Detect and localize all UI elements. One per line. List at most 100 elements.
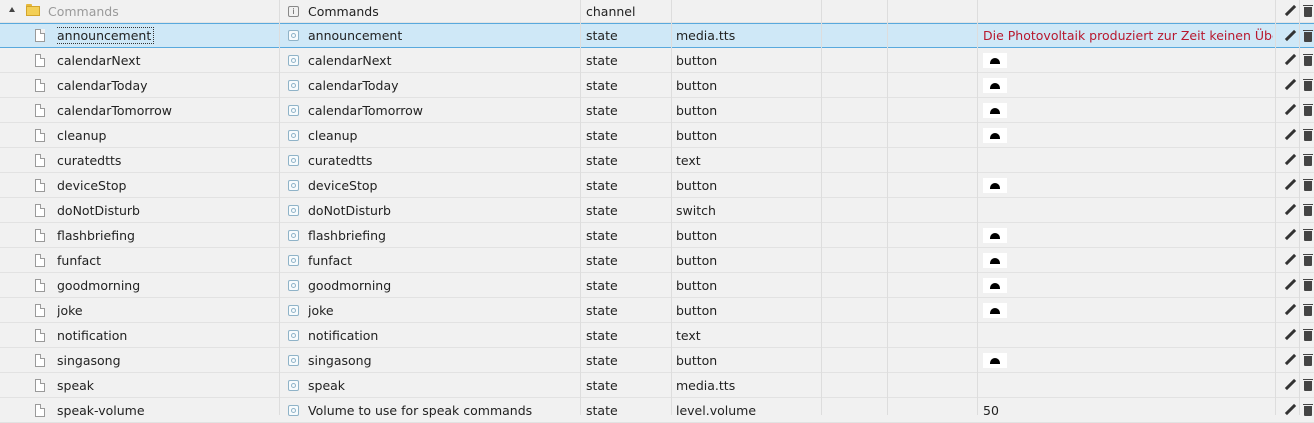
table-row[interactable]: speak speak state media.tts [0, 373, 1314, 398]
trash-icon[interactable] [1302, 48, 1314, 72]
pencil-icon[interactable] [1283, 0, 1297, 22]
value-cell[interactable] [983, 98, 1273, 122]
value-cell[interactable] [983, 223, 1273, 247]
row-id[interactable]: singasong [57, 348, 277, 372]
table-row[interactable]: cleanup cleanup state button [0, 123, 1314, 148]
table-row[interactable]: doNotDisturb doNotDisturb state switch [0, 198, 1314, 223]
trash-icon[interactable] [1302, 123, 1314, 147]
trash-icon[interactable] [1302, 24, 1314, 47]
button-push-icon[interactable] [983, 277, 1007, 293]
pencil-icon[interactable] [1283, 198, 1297, 222]
pencil-icon[interactable] [1283, 48, 1297, 72]
value-cell[interactable] [983, 73, 1273, 97]
table-row[interactable]: calendarNext calendarNext state button [0, 48, 1314, 73]
trash-icon[interactable] [1302, 298, 1314, 322]
pencil-icon[interactable] [1283, 248, 1297, 272]
value-cell[interactable] [983, 273, 1273, 297]
pencil-icon[interactable] [1283, 398, 1297, 422]
button-push-icon[interactable] [983, 227, 1007, 243]
row-role: button [676, 177, 718, 193]
state-icon [288, 98, 302, 122]
table-row[interactable]: announcement announcement state media.tt… [0, 23, 1314, 48]
value-cell[interactable] [983, 123, 1273, 147]
value-cell[interactable] [983, 198, 1273, 222]
row-id[interactable]: speak-volume [57, 398, 277, 422]
row-id[interactable]: calendarTomorrow [57, 98, 277, 122]
button-push-icon[interactable] [983, 177, 1007, 193]
state-icon [288, 273, 302, 297]
table-row[interactable]: curatedtts curatedtts state text [0, 148, 1314, 173]
trash-icon[interactable] [1302, 273, 1314, 297]
button-push-icon[interactable] [983, 77, 1007, 93]
row-id[interactable]: doNotDisturb [57, 198, 277, 222]
trash-icon[interactable] [1302, 198, 1314, 222]
table-row[interactable]: singasong singasong state button [0, 348, 1314, 373]
collapse-triangle-icon[interactable] [9, 7, 15, 12]
table-row[interactable]: calendarToday calendarToday state button [0, 73, 1314, 98]
value-cell[interactable] [983, 48, 1273, 72]
row-id[interactable]: cleanup [57, 123, 277, 147]
channel-row-commands[interactable]: Commands i Commands channel [0, 0, 1314, 23]
row-role: button [676, 352, 718, 368]
pencil-icon[interactable] [1283, 298, 1297, 322]
pencil-icon[interactable] [1283, 148, 1297, 172]
trash-icon[interactable] [1302, 248, 1314, 272]
row-id[interactable]: flashbriefing [57, 223, 277, 247]
pencil-icon[interactable] [1283, 24, 1297, 47]
pencil-icon[interactable] [1283, 123, 1297, 147]
row-id[interactable]: calendarNext [57, 48, 277, 72]
trash-icon[interactable] [1302, 223, 1314, 247]
value-cell[interactable] [983, 323, 1273, 347]
table-row[interactable]: flashbriefing flashbriefing state button [0, 223, 1314, 248]
pencil-icon[interactable] [1283, 223, 1297, 247]
pencil-icon[interactable] [1283, 98, 1297, 122]
pencil-icon[interactable] [1283, 273, 1297, 297]
table-row[interactable]: calendarTomorrow calendarTomorrow state … [0, 98, 1314, 123]
trash-icon[interactable] [1302, 98, 1314, 122]
row-id[interactable]: goodmorning [57, 273, 277, 297]
table-row[interactable]: funfact funfact state button [0, 248, 1314, 273]
table-row[interactable]: goodmorning goodmorning state button [0, 273, 1314, 298]
row-id[interactable]: curatedtts [57, 148, 277, 172]
trash-icon[interactable] [1302, 173, 1314, 197]
table-row[interactable]: joke joke state button [0, 298, 1314, 323]
button-push-icon[interactable] [983, 302, 1007, 318]
value-cell[interactable] [983, 248, 1273, 272]
value-cell[interactable]: 50 [983, 398, 1273, 422]
button-push-icon[interactable] [983, 52, 1007, 68]
row-type: state [586, 352, 618, 368]
value-cell[interactable] [983, 173, 1273, 197]
button-push-icon[interactable] [983, 127, 1007, 143]
row-id[interactable]: announcement [57, 24, 277, 47]
trash-icon[interactable] [1302, 398, 1314, 422]
pencil-icon[interactable] [1283, 173, 1297, 197]
trash-icon[interactable] [1302, 348, 1314, 372]
table-row[interactable]: speak-volume Volume to use for speak com… [0, 398, 1314, 423]
row-id[interactable]: funfact [57, 248, 277, 272]
value-cell[interactable] [983, 373, 1273, 397]
row-id[interactable]: calendarToday [57, 73, 277, 97]
button-push-icon[interactable] [983, 102, 1007, 118]
pencil-icon[interactable] [1283, 373, 1297, 397]
table-row[interactable]: deviceStop deviceStop state button [0, 173, 1314, 198]
table-row[interactable]: notification notification state text [0, 323, 1314, 348]
row-id[interactable]: deviceStop [57, 173, 277, 197]
button-push-icon[interactable] [983, 352, 1007, 368]
trash-icon[interactable] [1302, 0, 1314, 22]
state-icon [288, 223, 302, 247]
row-id[interactable]: joke [57, 298, 277, 322]
trash-icon[interactable] [1302, 148, 1314, 172]
row-id[interactable]: speak [57, 373, 277, 397]
pencil-icon[interactable] [1283, 348, 1297, 372]
value-cell[interactable]: Die Photovoltaik produziert zur Zeit kei… [983, 24, 1273, 47]
value-cell[interactable] [983, 348, 1273, 372]
trash-icon[interactable] [1302, 73, 1314, 97]
value-cell[interactable] [983, 148, 1273, 172]
pencil-icon[interactable] [1283, 73, 1297, 97]
trash-icon[interactable] [1302, 323, 1314, 347]
trash-icon[interactable] [1302, 373, 1314, 397]
value-cell[interactable] [983, 298, 1273, 322]
pencil-icon[interactable] [1283, 323, 1297, 347]
button-push-icon[interactable] [983, 252, 1007, 268]
row-id[interactable]: notification [57, 323, 277, 347]
